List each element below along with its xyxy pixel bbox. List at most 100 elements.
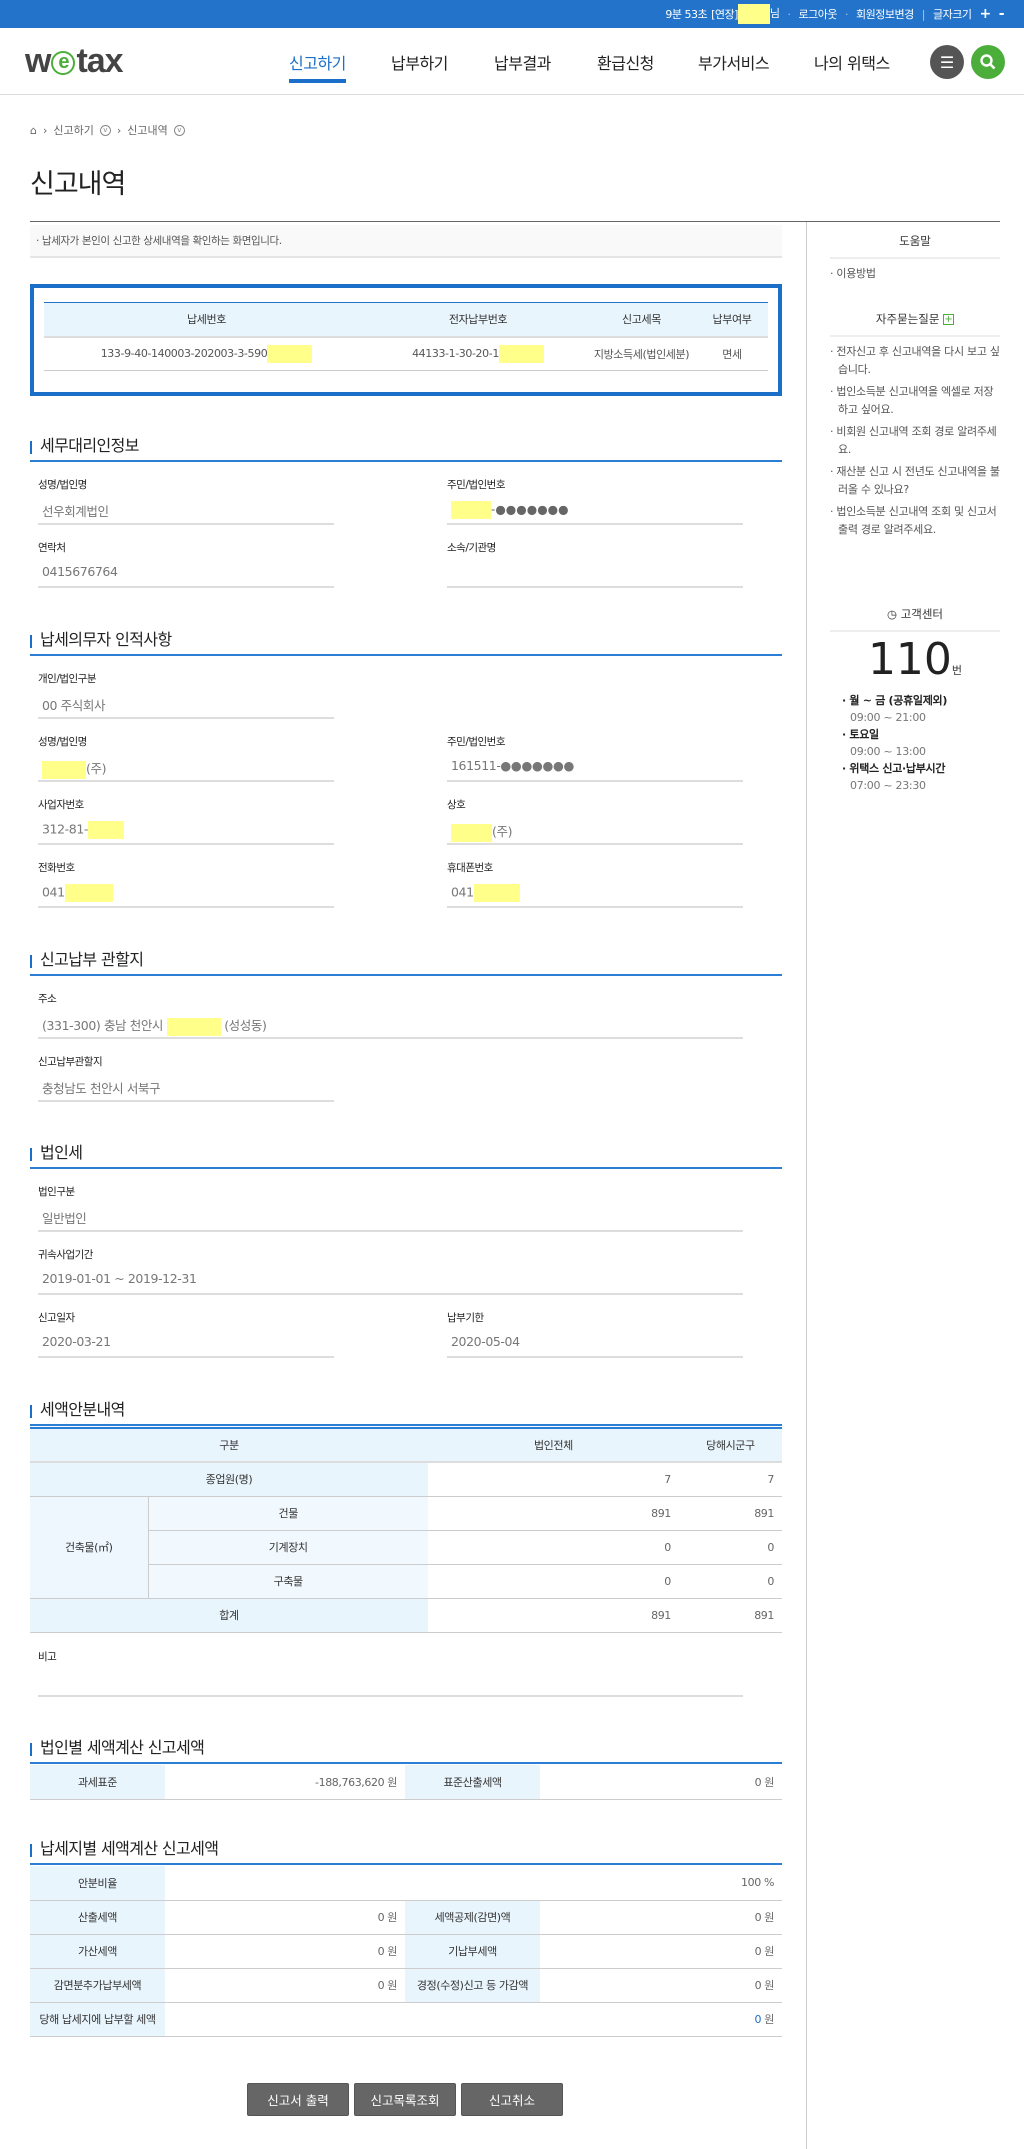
user-suffix: 님 xyxy=(769,7,780,20)
extend-session-link[interactable]: [연장] xyxy=(711,6,738,22)
redaction xyxy=(166,1017,221,1036)
allocation-table: 구분 법인전체 당해시군구 종업원(명) 7 7 건축물(㎡) 건물 891 891 기계장치… xyxy=(30,1427,782,1633)
redaction xyxy=(498,344,544,363)
font-decrease-button[interactable]: - xyxy=(999,6,1005,22)
business-period-field: 귀속사업기간 2019-01-01 ~ 2019-12-31 xyxy=(38,1249,743,1295)
table-row: 안분비율 100 % xyxy=(30,1866,782,1901)
redaction xyxy=(451,823,492,842)
cancel-report-button[interactable]: 신고취소 xyxy=(461,2083,563,2116)
table-row: 당해 납세지에 납부할 세액 0 원 xyxy=(30,2002,782,2037)
faq-item[interactable]: · 재산분 신고 시 전년도 신고내역을 불러올 수 있나요? xyxy=(830,463,1000,499)
report-date-field: 신고일자 2020-03-21 xyxy=(38,1312,334,1358)
search-button[interactable] xyxy=(971,45,1005,79)
agent-name-field: 성명/법인명 선우회계법인 xyxy=(38,479,334,525)
help-usage-link[interactable]: · 이용방법 xyxy=(830,265,1000,283)
agent-id-field: 주민/법인번호 -●●●●●●● xyxy=(447,479,743,525)
report-list-button[interactable]: 신고목록조회 xyxy=(354,2083,456,2116)
faq-title: 자주묻는질문 + xyxy=(830,311,1000,337)
session-timer: 9분 53초 xyxy=(665,8,708,21)
agent-phone-field: 연락처 0415676764 xyxy=(38,542,334,588)
sidebar-divider xyxy=(806,222,807,2149)
chevron-down-icon[interactable]: v xyxy=(99,124,111,136)
section-allocation: 세액안분내역 xyxy=(30,1400,782,1426)
table-row: 감면분추가납부세액 0 원 경정(수정)신고 등 가감액 0 원 xyxy=(30,1968,782,2003)
hamburger-icon: ☰ xyxy=(939,52,955,72)
member-edit-link[interactable]: 회원정보변경 xyxy=(856,6,914,22)
breadcrumb-report[interactable]: 신고하기 xyxy=(53,122,93,138)
service-hours: · 월 ~ 금 (공휴일제외) 09:00 ~ 21:00 · 토요일 09:00 … xyxy=(842,694,948,792)
table-row: 종업원(명) 7 7 xyxy=(30,1462,782,1497)
pay-amount: 0 xyxy=(754,2013,762,2026)
section-corp-calc: 법인별 세액계산 신고세액 xyxy=(30,1738,782,1764)
telephone-field: 전화번호 041 xyxy=(38,862,334,908)
jurisdiction-office-field: 신고납부관할지 충청남도 천안시 서북구 xyxy=(38,1056,334,1102)
section-agent: 세무대리인정보 xyxy=(30,436,782,462)
faq-item[interactable]: · 법인소득분 신고내역 조회 및 신고서 출력 경로 알려주세요. xyxy=(830,503,1000,539)
breadcrumb: ⌂ › 신고하기 v › 신고내역 v xyxy=(30,122,185,138)
col-tax-item: 신고세목 xyxy=(587,302,696,338)
faq-item[interactable]: · 전자신고 후 신고내역을 다시 보고 싶습니다. xyxy=(830,343,1000,379)
address-field: 주소 (331-300) 충남 천안시 (성성동) xyxy=(38,993,743,1039)
home-icon[interactable]: ⌂ xyxy=(30,124,37,137)
mobile-field: 휴대폰번호 041 xyxy=(447,862,743,908)
customer-center-title: ◷ 고객센터 xyxy=(830,606,1000,632)
table-row: 가산세액 0 원 기납부세액 0 원 xyxy=(30,1934,782,1969)
customer-center-number: 110번 xyxy=(867,634,963,685)
menu-button[interactable]: ☰ xyxy=(930,45,964,79)
table-row: 과세표준 -188,763,620 원 표준산출세액 0 원 xyxy=(30,1765,782,1800)
report-summary-box: 납세번호 전자납부번호 신고세목 납부여부 133-9-40-140003-20200… xyxy=(30,284,782,396)
agent-org-field: 소속/기관명 xyxy=(447,542,743,588)
help-list: · 이용방법 xyxy=(830,265,1000,287)
section-jurisdiction: 신고납부 관할지 xyxy=(30,950,782,976)
faq-more-icon[interactable]: + xyxy=(943,314,955,325)
redaction xyxy=(451,501,491,519)
nav-pay[interactable]: 납부하기 xyxy=(391,50,448,74)
info-notice: · 납세자가 본인이 신고한 상세내역을 확인하는 화면입니다. xyxy=(30,225,782,258)
local-calc-table: 안분비율 100 % 산출세액 0 원 세액공제(감면)액 0 원 가산세액 0 원 기납부… xyxy=(30,1866,782,2037)
table-row: 산출세액 0 원 세액공제(감면)액 0 원 xyxy=(30,1900,782,1935)
print-report-button[interactable]: 신고서 출력 xyxy=(247,2083,349,2116)
tax-number[interactable]: 133-9-40-140003-202003-3-590 xyxy=(101,347,268,360)
divider xyxy=(30,221,1000,222)
faq-item[interactable]: · 비회원 신고내역 조회 경로 알려주세요. xyxy=(830,423,1000,459)
help-title: 도움말 xyxy=(830,233,1000,259)
nav-refund[interactable]: 환급신청 xyxy=(597,50,654,74)
nav-extra-services[interactable]: 부가서비스 xyxy=(698,50,770,74)
report-summary-table: 납세번호 전자납부번호 신고세목 납부여부 133-9-40-140003-20200… xyxy=(44,302,768,371)
tax-item: 지방소득세(법인세분) xyxy=(587,336,696,371)
logout-link[interactable]: 로그아웃 xyxy=(799,6,838,22)
main-header: w e tax 신고하기 납부하기 납부결과 환급신청 부가서비스 나의 위택스 ☰ xyxy=(0,28,1024,95)
font-increase-button[interactable]: + xyxy=(979,6,991,22)
breadcrumb-history[interactable]: 신고내역 xyxy=(127,122,167,138)
section-corp-tax: 법인세 xyxy=(30,1143,782,1169)
table-row[interactable]: 133-9-40-140003-202003-3-590 44133-1-30-… xyxy=(44,336,768,371)
faq-list: · 전자신고 후 신고내역을 다시 보고 싶습니다. · 법인소득분 신고내역을… xyxy=(830,343,1000,543)
section-local-calc: 납세지별 세액계산 신고세액 xyxy=(30,1839,782,1865)
col-epay-no: 전자납부번호 xyxy=(369,302,587,338)
taxpayer-name-field: 성명/법인명 (주) xyxy=(38,736,334,782)
search-icon xyxy=(980,54,996,70)
nav-my-wetax[interactable]: 나의 위택스 xyxy=(814,50,890,74)
redaction xyxy=(42,760,86,779)
corp-calc-table: 과세표준 -188,763,620 원 표준산출세액 0 원 xyxy=(30,1765,782,1800)
taxpayer-type-field: 개인/법인구분 00 주식회사 xyxy=(38,673,334,719)
pay-status: 면세 xyxy=(696,336,768,371)
top-utility-bar: 9분 53초 [연장] 님 · 로그아웃 · 회원정보변경 | 글자크기 + - xyxy=(0,0,1024,28)
redaction xyxy=(88,821,124,839)
col-pay-status: 납부여부 xyxy=(696,302,768,338)
redaction xyxy=(473,884,520,902)
corp-type-field: 법인구분 일반법인 xyxy=(38,1186,743,1232)
nav-pay-result[interactable]: 납부결과 xyxy=(494,50,551,74)
redacted-username xyxy=(737,4,770,24)
redaction xyxy=(267,344,313,363)
page-title: 신고내역 xyxy=(30,169,126,200)
note-field: 비고 xyxy=(38,1651,743,1697)
chevron-down-icon[interactable]: v xyxy=(173,124,185,136)
nav-report[interactable]: 신고하기 xyxy=(289,50,346,83)
faq-item[interactable]: · 법인소득분 신고내역을 엑셀로 저장하고 싶어요. xyxy=(830,383,1000,419)
trade-name-field: 상호 (주) xyxy=(447,799,743,845)
section-taxpayer: 납세의무자 인적사항 xyxy=(30,630,782,656)
col-category: 구분 xyxy=(30,1427,428,1463)
wetax-logo[interactable]: w e tax xyxy=(25,42,124,81)
business-number-field: 사업자번호 312-81- xyxy=(38,799,334,845)
